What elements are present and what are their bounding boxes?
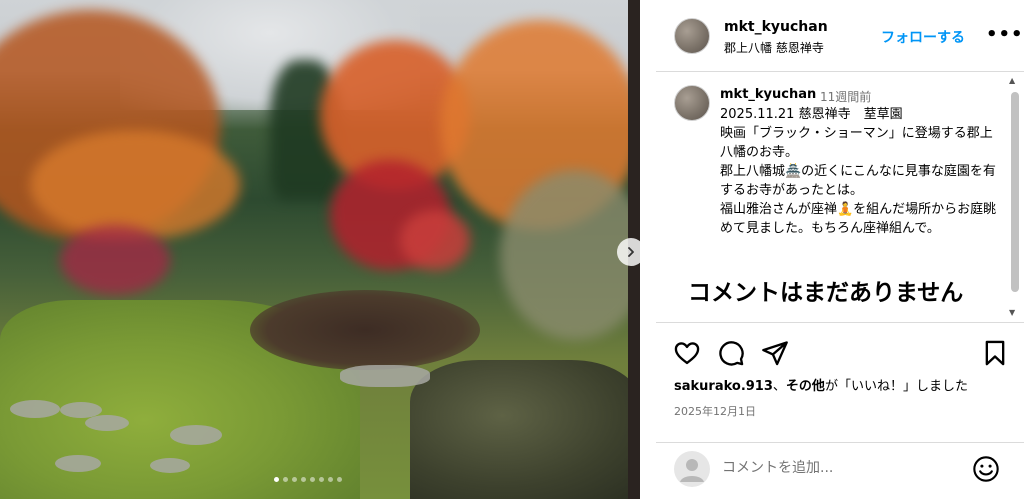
carousel-dots bbox=[274, 477, 342, 482]
liked-by-suffix: が「いいね！」しました bbox=[824, 379, 968, 394]
carousel-dot bbox=[274, 477, 279, 482]
carousel-dot bbox=[292, 477, 297, 482]
liked-by-others-link[interactable]: その他 bbox=[786, 379, 825, 394]
caption-text: 2025.11.21 慈恩禅寺 荎草園 映画「ブラック・ショーマン」に登場する郡… bbox=[720, 107, 997, 236]
like-heart-icon[interactable] bbox=[673, 339, 701, 367]
red-maple bbox=[400, 210, 470, 270]
carousel-dot bbox=[337, 477, 342, 482]
share-send-icon[interactable] bbox=[761, 339, 789, 367]
viewer-avatar bbox=[674, 451, 710, 487]
save-bookmark-icon[interactable] bbox=[981, 339, 1009, 367]
stone-bridge bbox=[340, 365, 430, 387]
comments-section: mkt_kyuchan 11週間前 2025.11.21 慈恩禅寺 荎草園 映画… bbox=[656, 73, 1024, 321]
author-avatar[interactable] bbox=[674, 18, 710, 54]
caption-time[interactable]: 11週間前 bbox=[820, 88, 871, 105]
stepping-stone bbox=[55, 455, 101, 472]
red-maple bbox=[60, 225, 170, 295]
add-comment-input[interactable] bbox=[722, 455, 962, 481]
liked-by-username[interactable]: sakurako.913 bbox=[674, 379, 773, 394]
post-location[interactable]: 郡上八幡 慈恩禅寺 bbox=[724, 39, 824, 56]
garden-pond bbox=[250, 290, 480, 370]
scroll-down-arrow-icon[interactable]: ▼ bbox=[1009, 308, 1015, 317]
more-options-button[interactable]: ••• bbox=[986, 24, 1024, 45]
follow-button[interactable]: フォローする bbox=[881, 27, 965, 47]
default-avatar-icon bbox=[680, 459, 704, 482]
comment-bubble-icon[interactable] bbox=[717, 339, 745, 367]
comments-scrollbar[interactable] bbox=[1011, 92, 1019, 292]
post-sidebar: mkt_kyuchan 郡上八幡 慈恩禅寺 フォローする ••• mkt_kyu… bbox=[656, 0, 1024, 499]
carousel-dot bbox=[301, 477, 306, 482]
emoji-picker-icon[interactable] bbox=[972, 455, 1000, 483]
stepping-stone bbox=[150, 458, 190, 473]
stepping-stone bbox=[170, 425, 222, 445]
chevron-right-icon bbox=[628, 247, 634, 257]
post-date[interactable]: 2025年12月1日 bbox=[674, 403, 756, 419]
carousel-dot bbox=[319, 477, 324, 482]
author-username[interactable]: mkt_kyuchan bbox=[724, 19, 828, 35]
stepping-stone bbox=[10, 400, 60, 418]
liked-by-separator: 、 bbox=[772, 379, 786, 394]
carousel-dot bbox=[283, 477, 288, 482]
scroll-up-arrow-icon[interactable]: ▲ bbox=[1009, 76, 1015, 85]
post-photo[interactable] bbox=[0, 0, 640, 499]
stepping-stone bbox=[85, 415, 129, 431]
carousel-dot bbox=[310, 477, 315, 482]
no-comments-message: コメントはまだありません bbox=[688, 280, 964, 306]
garden-rocks bbox=[410, 360, 640, 499]
post-actions: sakurako.913、その他が「いいね！」しました 2025年12月1日 bbox=[656, 322, 1024, 442]
caption-author-avatar[interactable] bbox=[674, 85, 710, 121]
carousel-next-button[interactable] bbox=[617, 238, 640, 266]
likes-summary: sakurako.913、その他が「いいね！」しました bbox=[674, 375, 968, 394]
maple-foliage bbox=[30, 130, 240, 240]
add-comment-row bbox=[656, 442, 1024, 499]
carousel-dot bbox=[328, 477, 333, 482]
caption-username[interactable]: mkt_kyuchan bbox=[720, 87, 816, 102]
post-header: mkt_kyuchan 郡上八幡 慈恩禅寺 フォローする ••• bbox=[656, 0, 1024, 72]
